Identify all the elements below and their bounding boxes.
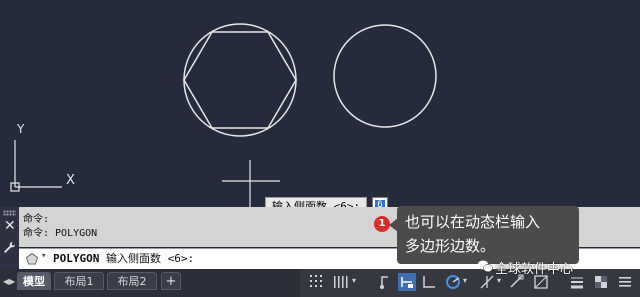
infer-constraints-icon[interactable] (376, 273, 394, 291)
chevron-down-icon[interactable]: ▾ (463, 276, 467, 285)
tab-model[interactable]: 模型 (17, 272, 51, 290)
polar-tracking-icon[interactable] (444, 273, 462, 291)
command-line-text: POLYGON 输入侧面数 <6>: (53, 252, 194, 266)
wrench-icon[interactable] (3, 241, 16, 254)
current-command: POLYGON (53, 252, 100, 265)
isodraft-icon[interactable] (478, 273, 496, 291)
status-bar: ▾ ▾ ▾ (300, 269, 640, 297)
callout-line-1: 也可以在动态栏输入 (405, 213, 541, 231)
grid-icon[interactable] (308, 273, 326, 291)
callout-box: 也可以在动态栏输入 多边形边数。 (397, 206, 579, 264)
tab-layout1[interactable]: 布局1 (54, 272, 104, 290)
callout-line-2: 多边形边数。 (405, 237, 496, 255)
snap-icon[interactable] (332, 273, 350, 291)
step-badge: 1 (374, 216, 390, 232)
hexagon (183, 31, 297, 129)
ucs-y-label: Y (17, 122, 25, 136)
close-icon[interactable]: ✕ (4, 219, 16, 233)
chevron-down-icon[interactable]: ▾ (352, 276, 356, 285)
history-line: 命令: (23, 214, 50, 225)
ortho-icon[interactable] (420, 273, 438, 291)
circle-left (183, 23, 297, 137)
watermark-text: 全球软件中心 (495, 262, 574, 277)
transparency-icon[interactable] (592, 273, 610, 291)
customization-icon[interactable] (616, 273, 634, 291)
ucs-x-label: X (66, 173, 75, 188)
tab-layout2[interactable]: 布局2 (107, 272, 157, 290)
drawing-canvas[interactable]: Y X (0, 0, 640, 207)
dynamic-input-toggle-icon[interactable] (398, 273, 416, 291)
add-layout-button[interactable]: + (161, 272, 181, 290)
tab-scroll-arrows[interactable]: ◀▶ (3, 275, 15, 289)
command-customize-icon[interactable] (25, 252, 39, 266)
wechat-icon (477, 260, 493, 273)
command-window-sidebar: ✕ (0, 207, 19, 269)
ucs-icon (10, 140, 62, 192)
grip-handle[interactable] (3, 210, 16, 216)
chevron-down-icon[interactable]: ▾ (497, 276, 501, 285)
circle-right (333, 24, 437, 128)
current-prompt: 输入侧面数 <6>: (105, 252, 195, 265)
history-line: 命令: POLYGON (23, 228, 98, 239)
drawing-svg (10, 23, 437, 207)
chevron-down-icon[interactable]: ▾ (41, 251, 46, 261)
